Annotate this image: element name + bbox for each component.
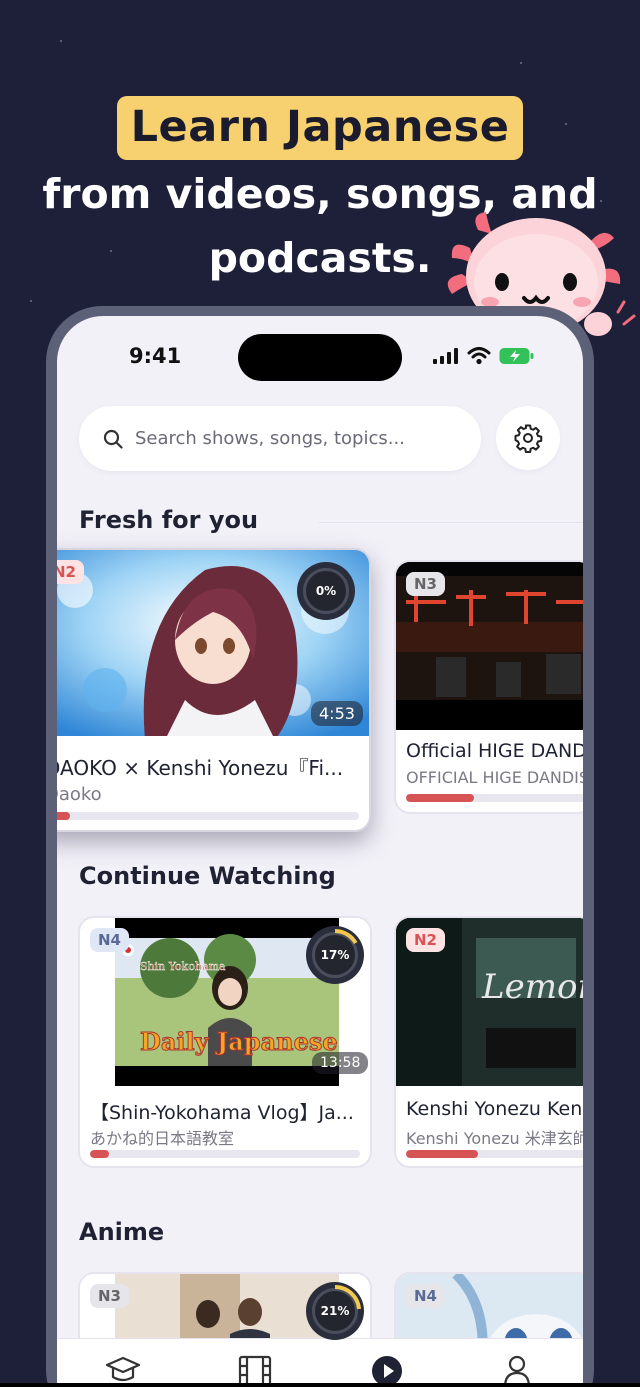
screen-bottom-edge bbox=[0, 1383, 640, 1387]
status-time: 9:41 bbox=[129, 344, 182, 368]
video-title: Official HIGE DANDISM bbox=[406, 740, 583, 762]
progress-bar bbox=[90, 1150, 360, 1158]
progress-ring-arc-icon bbox=[334, 1284, 361, 1310]
settings-button[interactable] bbox=[496, 406, 560, 470]
level-badge: N4 bbox=[90, 928, 129, 952]
search-icon bbox=[103, 429, 123, 449]
video-card-featured[interactable]: N2 0% 4:53 DAOKO × Kenshi Yonezu『Fi... D… bbox=[57, 548, 371, 832]
video-card[interactable]: Shin Yokohama Daily Japanese N4 17% 13:5… bbox=[78, 916, 372, 1168]
section-title-fresh: Fresh for you bbox=[79, 506, 259, 534]
progress-ring: 0% bbox=[297, 562, 355, 620]
gear-icon bbox=[514, 424, 543, 453]
thumb-caption: Lemon bbox=[481, 967, 583, 1007]
progress-bar bbox=[406, 1150, 583, 1158]
section-divider bbox=[319, 522, 583, 523]
film-icon bbox=[238, 1355, 272, 1385]
cellular-signal-icon bbox=[433, 348, 458, 364]
search-input[interactable]: Search shows, songs, topics... bbox=[135, 428, 405, 449]
progress-ring-arc-icon bbox=[334, 929, 358, 945]
video-channel: Daoko bbox=[57, 784, 102, 805]
video-channel: Kenshi Yonezu 米津玄師 bbox=[406, 1129, 583, 1148]
wifi-icon bbox=[467, 347, 491, 365]
level-badge: N2 bbox=[406, 928, 445, 952]
progress-fill bbox=[406, 1150, 478, 1158]
video-duration: 4:53 bbox=[311, 701, 363, 726]
progress-bar bbox=[57, 812, 359, 820]
battery-charging-icon bbox=[499, 348, 534, 364]
section-title-anime: Anime bbox=[79, 1218, 165, 1246]
progress-fill bbox=[90, 1150, 109, 1158]
progress-ring: 17% bbox=[306, 926, 364, 984]
video-title: DAOKO × Kenshi Yonezu『Fi... bbox=[57, 756, 344, 780]
thumb-tag: Shin Yokohama bbox=[140, 960, 226, 973]
progress-ring-label: 0% bbox=[303, 568, 349, 614]
video-card[interactable]: N3 Official HIGE DANDISM OFFICIAL HIGE D… bbox=[394, 560, 583, 814]
search-bar[interactable]: Search shows, songs, topics... bbox=[79, 406, 481, 471]
progress-bar bbox=[406, 794, 583, 802]
section-title-continue: Continue Watching bbox=[79, 862, 336, 890]
dynamic-island bbox=[238, 334, 402, 381]
status-icons bbox=[433, 347, 535, 365]
video-duration: 13:58 bbox=[312, 1052, 369, 1074]
hero-highlight: Learn Japanese bbox=[116, 96, 524, 160]
progress-ring: 21% bbox=[306, 1282, 364, 1340]
video-title: Kenshi Yonezu Kenshi Yonezu bbox=[406, 1098, 583, 1120]
progress-fill bbox=[57, 812, 71, 820]
thumb-caption: Daily Japanese bbox=[140, 1027, 338, 1056]
video-channel: あかね的日本語教室 bbox=[90, 1129, 235, 1148]
video-channel: OFFICIAL HIGE DANDISM bbox=[406, 768, 583, 787]
video-card[interactable]: Lemon N2 Kenshi Yonezu Kenshi Yonezu Ken… bbox=[394, 916, 583, 1168]
app-screen: 9:41 Search shows, songs, topics... Fres… bbox=[57, 316, 583, 1387]
progress-fill bbox=[406, 794, 475, 802]
bottom-tab-bar bbox=[57, 1338, 583, 1387]
video-title: 【Shin-Yokohama Vlog】Ja... bbox=[90, 1102, 354, 1124]
level-badge: N3 bbox=[406, 572, 445, 596]
level-badge: N2 bbox=[57, 560, 84, 584]
graduation-cap-icon bbox=[105, 1356, 141, 1382]
level-badge: N3 bbox=[90, 1284, 129, 1308]
level-badge: N4 bbox=[406, 1284, 445, 1308]
